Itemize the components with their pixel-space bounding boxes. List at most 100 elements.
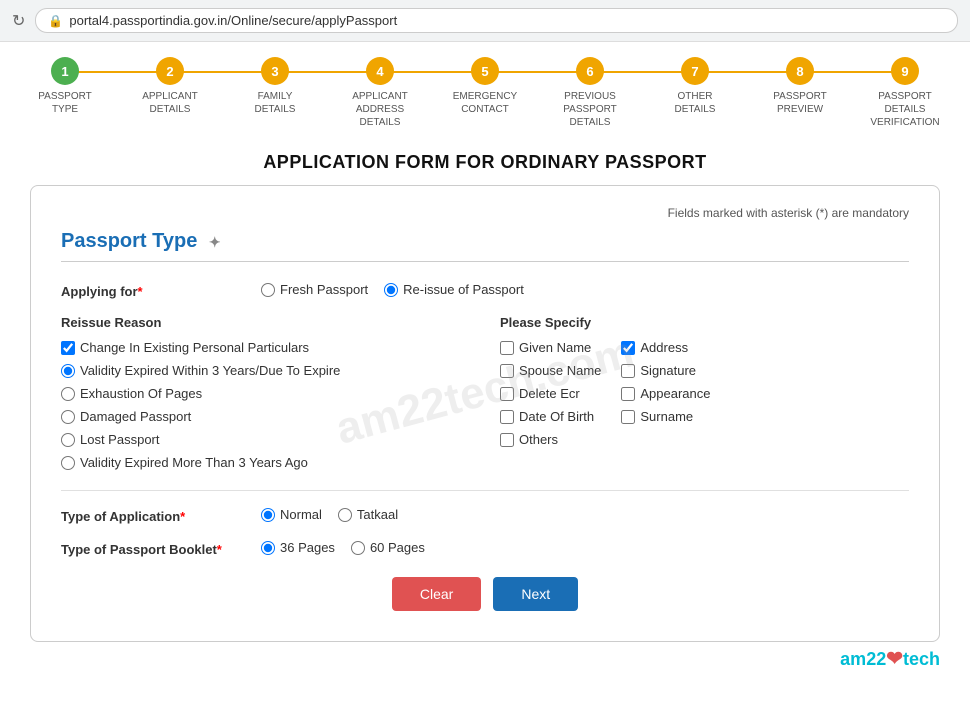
reissue-section: Reissue Reason Change In Existing Person… xyxy=(61,315,909,470)
specify-col1: Given Name Spouse Name Delete Ecr D xyxy=(500,340,601,447)
browser-bar: ↻ 🔒 portal4.passportindia.gov.in/Online/… xyxy=(0,0,970,42)
applying-for-controls: Fresh Passport Re-issue of Passport xyxy=(261,282,524,297)
tatkaal-label: Tatkaal xyxy=(357,507,398,522)
clear-button[interactable]: Clear xyxy=(392,577,481,611)
step-label-9: PASSPORT DETAILS VERIFICATION xyxy=(870,90,940,129)
brand-tech: tech xyxy=(903,649,940,669)
specify-date-of-birth-checkbox[interactable] xyxy=(500,410,514,424)
specify-delete-ecr-checkbox[interactable] xyxy=(500,387,514,401)
step-label-6: PREVIOUS PASSPORT DETAILS xyxy=(555,90,625,129)
specify-appearance-checkbox[interactable] xyxy=(621,387,635,401)
step-circle-9: 9 xyxy=(891,57,919,85)
type-booklet-row: Type of Passport Booklet* 36 Pages 60 Pa… xyxy=(61,540,909,557)
section-title: Passport Type ✦ xyxy=(61,230,909,262)
reissue-passport-option[interactable]: Re-issue of Passport xyxy=(384,282,524,297)
tatkaal-radio[interactable] xyxy=(338,508,352,522)
specify-col2: Address Signature Appearance Surnam xyxy=(621,340,710,447)
specify-spouse-name-checkbox[interactable] xyxy=(500,364,514,378)
reissue-validity3-option[interactable]: Validity Expired Within 3 Years/Due To E… xyxy=(61,363,470,378)
fresh-passport-label: Fresh Passport xyxy=(280,282,368,297)
specify-signature-option[interactable]: Signature xyxy=(621,363,710,378)
steps-container: 1PASSPORT TYPE2APPLICANT DETAILS3FAMILY … xyxy=(0,42,970,134)
step-circle-1: 1 xyxy=(51,57,79,85)
tatkaal-option[interactable]: Tatkaal xyxy=(338,507,398,522)
reissue-lost-radio[interactable] xyxy=(61,433,75,447)
specify-appearance-option[interactable]: Appearance xyxy=(621,386,710,401)
specify-given-name-checkbox[interactable] xyxy=(500,341,514,355)
reissue-passport-label: Re-issue of Passport xyxy=(403,282,524,297)
brand-text: am22 xyxy=(840,649,886,669)
normal-label: Normal xyxy=(280,507,322,522)
please-specify-heading: Please Specify xyxy=(500,315,909,330)
reissue-change-option[interactable]: Change In Existing Personal Particulars xyxy=(61,340,470,355)
fresh-passport-option[interactable]: Fresh Passport xyxy=(261,282,368,297)
60pages-label: 60 Pages xyxy=(370,540,425,555)
specify-given-name-option[interactable]: Given Name xyxy=(500,340,601,355)
specify-spouse-name-option[interactable]: Spouse Name xyxy=(500,363,601,378)
next-button[interactable]: Next xyxy=(493,577,578,611)
specify-surname-checkbox[interactable] xyxy=(621,410,635,424)
specify-date-of-birth-option[interactable]: Date Of Birth xyxy=(500,409,601,424)
page: 1PASSPORT TYPE2APPLICANT DETAILS3FAMILY … xyxy=(0,42,970,727)
step-label-8: PASSPORT PREVIEW xyxy=(765,90,835,116)
applying-for-row: Applying for* Fresh Passport Re-issue of… xyxy=(61,282,909,299)
normal-radio[interactable] xyxy=(261,508,275,522)
reissue-change-label: Change In Existing Personal Particulars xyxy=(80,340,309,355)
lock-icon: 🔒 xyxy=(48,14,63,28)
step-circle-5: 5 xyxy=(471,57,499,85)
branding: am22❤tech xyxy=(0,642,970,679)
36pages-option[interactable]: 36 Pages xyxy=(261,540,335,555)
specify-signature-label: Signature xyxy=(640,363,696,378)
fresh-passport-radio[interactable] xyxy=(261,283,275,297)
reissue-validity3-label: Validity Expired Within 3 Years/Due To E… xyxy=(80,363,340,378)
specify-others-option[interactable]: Others xyxy=(500,432,601,447)
specify-columns: Given Name Spouse Name Delete Ecr D xyxy=(500,340,909,447)
type-application-controls: Normal Tatkaal xyxy=(261,507,398,522)
normal-option[interactable]: Normal xyxy=(261,507,322,522)
reissue-damaged-option[interactable]: Damaged Passport xyxy=(61,409,470,424)
specify-others-checkbox[interactable] xyxy=(500,433,514,447)
reissue-validity3-radio[interactable] xyxy=(61,364,75,378)
reissue-validity3plus-label: Validity Expired More Than 3 Years Ago xyxy=(80,455,308,470)
specify-others-label: Others xyxy=(519,432,558,447)
reissue-lost-option[interactable]: Lost Passport xyxy=(61,432,470,447)
60pages-radio[interactable] xyxy=(351,541,365,555)
reissue-validity3plus-option[interactable]: Validity Expired More Than 3 Years Ago xyxy=(61,455,470,470)
step-circle-8: 8 xyxy=(786,57,814,85)
url-text: portal4.passportindia.gov.in/Online/secu… xyxy=(69,13,397,28)
step-circle-2: 2 xyxy=(156,57,184,85)
step-4: 4APPLICANT ADDRESS DETAILS xyxy=(345,57,415,129)
specify-surname-label: Surname xyxy=(640,409,693,424)
step-6: 6PREVIOUS PASSPORT DETAILS xyxy=(555,57,625,129)
type-application-label: Type of Application* xyxy=(61,507,241,524)
page-title: APPLICATION FORM FOR ORDINARY PASSPORT xyxy=(0,134,970,185)
60pages-option[interactable]: 60 Pages xyxy=(351,540,425,555)
refresh-icon[interactable]: ↻ xyxy=(12,11,25,31)
step-3: 3FAMILY DETAILS xyxy=(240,57,310,116)
reissue-damaged-label: Damaged Passport xyxy=(80,409,191,424)
type-booklet-controls: 36 Pages 60 Pages xyxy=(261,540,425,555)
specify-address-checkbox[interactable] xyxy=(621,341,635,355)
36pages-radio[interactable] xyxy=(261,541,275,555)
step-label-4: APPLICANT ADDRESS DETAILS xyxy=(345,90,415,129)
specify-signature-checkbox[interactable] xyxy=(621,364,635,378)
reissue-exhaustion-radio[interactable] xyxy=(61,387,75,401)
reissue-damaged-radio[interactable] xyxy=(61,410,75,424)
reissue-exhaustion-option[interactable]: Exhaustion Of Pages xyxy=(61,386,470,401)
url-bar: 🔒 portal4.passportindia.gov.in/Online/se… xyxy=(35,8,958,33)
specify-address-option[interactable]: Address xyxy=(621,340,710,355)
step-9: 9 PASSPORT DETAILS VERIFICATION xyxy=(870,57,940,129)
specify-delete-ecr-option[interactable]: Delete Ecr xyxy=(500,386,601,401)
divider xyxy=(61,490,909,491)
button-row: Clear Next xyxy=(61,577,909,611)
reissue-change-checkbox[interactable] xyxy=(61,341,75,355)
reissue-passport-radio[interactable] xyxy=(384,283,398,297)
specify-address-label: Address xyxy=(640,340,688,355)
reissue-reason-heading: Reissue Reason xyxy=(61,315,470,330)
specify-surname-option[interactable]: Surname xyxy=(621,409,710,424)
step-1: 1PASSPORT TYPE xyxy=(30,57,100,116)
step-5: 5EMERGENCY CONTACT xyxy=(450,57,520,116)
section-icon: ✦ xyxy=(209,234,221,251)
reissue-validity3plus-radio[interactable] xyxy=(61,456,75,470)
applying-for-label: Applying for* xyxy=(61,282,241,299)
